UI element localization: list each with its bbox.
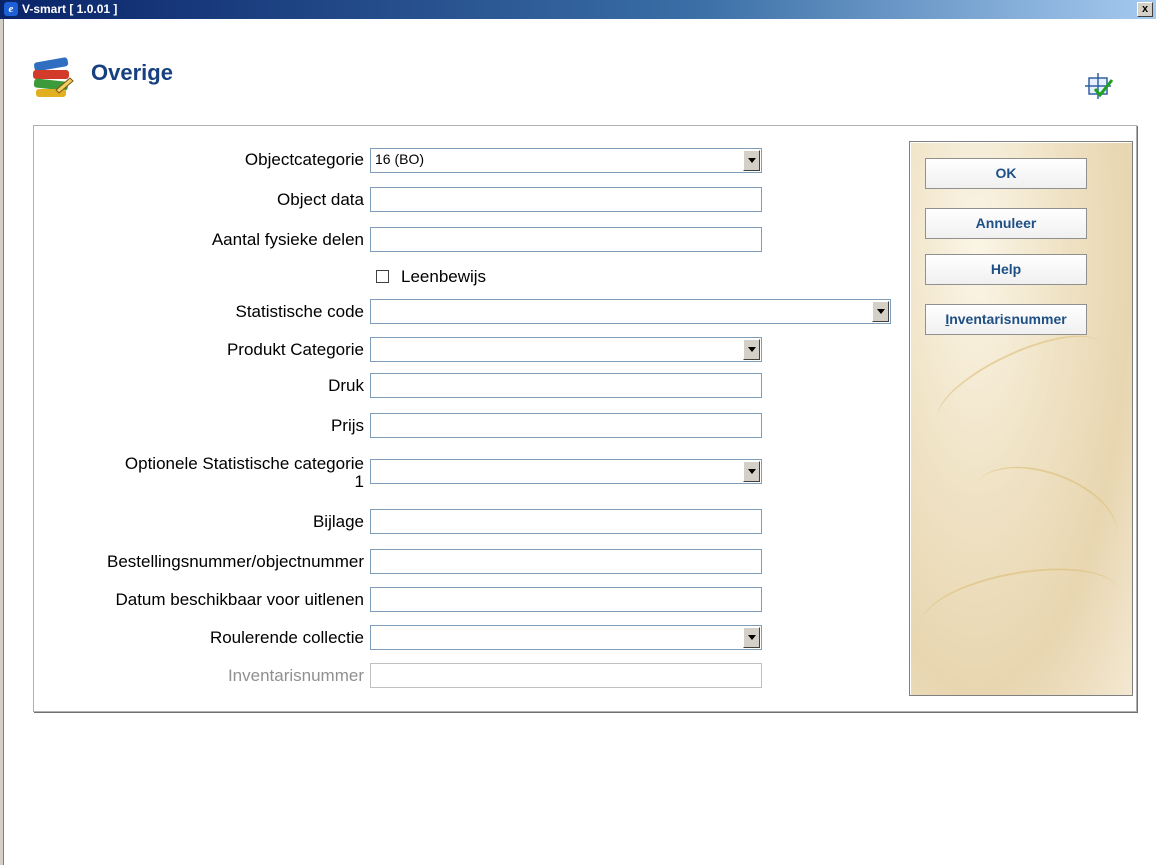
prijs-field[interactable] [370, 413, 762, 438]
close-button[interactable]: x [1137, 2, 1153, 17]
objectcategorie-value: 16 (BO) [375, 151, 425, 167]
roulerende-collectie-label: Roulerende collectie [209, 628, 364, 647]
aantal-fysieke-delen-label: Aantal fysieke delen [211, 230, 364, 249]
aantal-fysieke-delen-field[interactable] [370, 227, 762, 252]
produkt-categorie-select[interactable] [370, 337, 762, 362]
statistische-code-select[interactable] [370, 299, 891, 324]
leenbewijs-checkbox[interactable] [376, 270, 389, 283]
prijs-label: Prijs [330, 416, 364, 435]
datum-beschikbaar-field[interactable] [370, 587, 762, 612]
navigate-check-icon[interactable] [1085, 72, 1113, 100]
books-icon [33, 57, 74, 97]
inventarisnummer-field [370, 663, 762, 688]
ie-icon: e [4, 2, 18, 16]
object-data-label: Object data [277, 190, 364, 209]
optionele-statistische-categorie-select[interactable] [370, 459, 762, 484]
objectcategorie-select[interactable]: 16 (BO) [370, 148, 762, 173]
datum-beschikbaar-label: Datum beschikbaar voor uitlenen [115, 590, 364, 609]
window-titlebar: e V-smart [ 1.0.01 ] x [0, 0, 1156, 19]
chevron-down-icon[interactable] [743, 339, 760, 360]
bijlage-label: Bijlage [312, 512, 364, 531]
optionele-statistische-categorie-label-line1: Optionele Statistische categorie [124, 454, 364, 473]
window-left-border [0, 19, 4, 865]
inventarisnummer-button-label: nventarisnummer [949, 311, 1067, 327]
druk-label: Druk [328, 376, 364, 395]
chevron-down-icon[interactable] [743, 150, 760, 171]
inventarisnummer-label: Inventarisnummer [227, 666, 364, 685]
annuleer-button[interactable]: Annuleer [925, 208, 1087, 239]
chevron-down-icon[interactable] [872, 301, 889, 322]
ok-button[interactable]: OK [925, 158, 1087, 189]
leenbewijs-label: Leenbewijs [401, 267, 487, 286]
druk-field[interactable] [370, 373, 762, 398]
roulerende-collectie-select[interactable] [370, 625, 762, 650]
objectcategorie-label: Objectcategorie [244, 150, 364, 169]
statistische-code-label: Statistische code [235, 302, 364, 321]
marble-vein [915, 555, 1125, 661]
bestellingsnummer-label: Bestellingsnummer/objectnummer [107, 552, 364, 571]
window-title: V-smart [ 1.0.01 ] [22, 2, 118, 16]
chevron-down-icon[interactable] [743, 627, 760, 648]
bijlage-field[interactable] [370, 509, 762, 534]
marble-vein [960, 448, 1130, 578]
bestellingsnummer-field[interactable] [370, 549, 762, 574]
help-button[interactable]: Help [925, 254, 1087, 285]
optionele-statistische-categorie-label-line2: 1 [354, 472, 364, 491]
chevron-down-icon[interactable] [743, 461, 760, 482]
produkt-categorie-label: Produkt Categorie [226, 340, 364, 359]
marble-vein [925, 316, 1115, 450]
page-title: Overige [91, 60, 173, 85]
object-data-field[interactable] [370, 187, 762, 212]
inventarisnummer-button[interactable]: Inventarisnummer [925, 304, 1087, 335]
